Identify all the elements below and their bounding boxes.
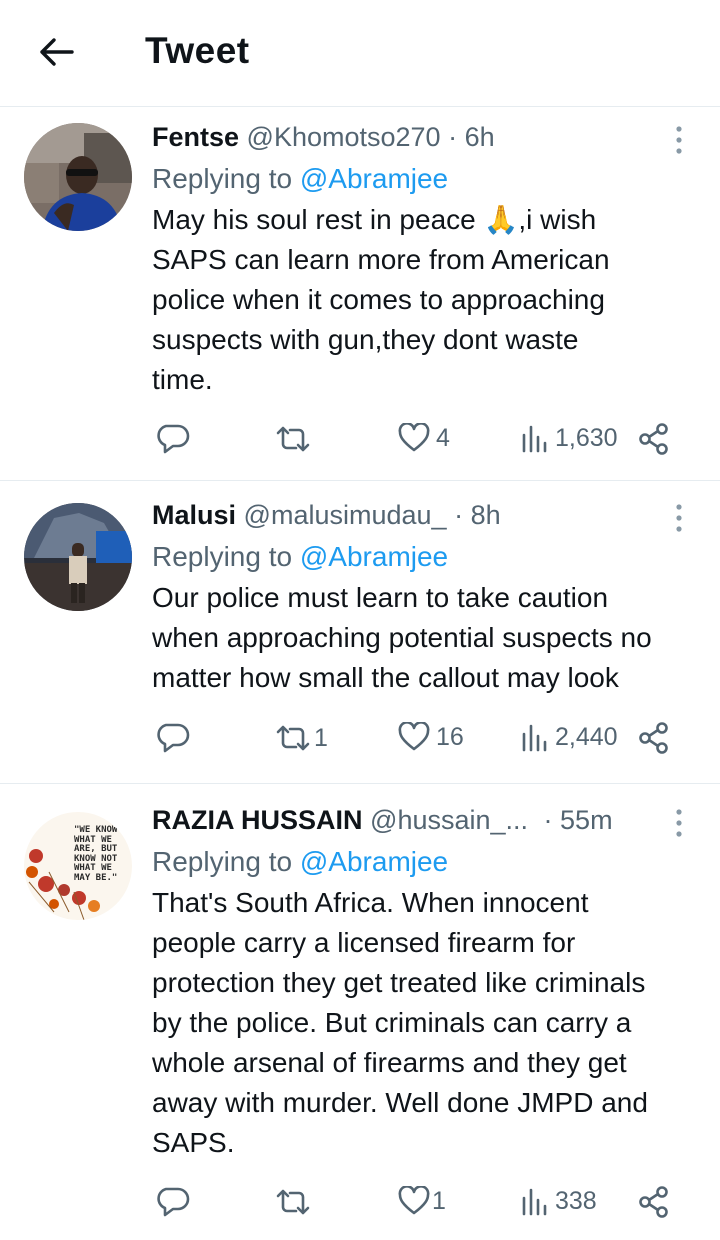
avatar[interactable]: "WE KNOW WHAT WE ARE, BUT KNOW NOT WHAT … — [24, 812, 132, 920]
replying-prefix: Replying to — [152, 846, 300, 877]
avatar[interactable] — [24, 503, 132, 611]
share-button[interactable] — [638, 1186, 670, 1218]
tweet-reply[interactable]: Fentse @Khomotso270 · 6h Replying to @Ab… — [0, 107, 720, 481]
more-options-icon[interactable] — [674, 125, 684, 155]
tweet-actions: 1 338 — [156, 1186, 672, 1222]
mention-link[interactable]: @Abramjee — [300, 163, 448, 194]
views-button[interactable]: 1,630 — [521, 423, 618, 453]
like-count: 4 — [436, 423, 450, 452]
like-button[interactable]: 1 — [398, 1186, 446, 1216]
replying-prefix: Replying to — [152, 163, 300, 194]
tweet-header: Fentse @Khomotso270 · 6h — [152, 121, 700, 153]
retweet-button[interactable]: 1 — [274, 722, 328, 754]
retweet-button[interactable] — [274, 423, 318, 455]
replying-prefix: Replying to — [152, 541, 300, 572]
share-button[interactable] — [638, 722, 670, 754]
tweet-actions: 4 1,630 — [156, 423, 672, 459]
tweet-text-line: by the police. But criminals can carry a — [152, 1007, 632, 1038]
back-button[interactable] — [36, 34, 76, 70]
views-icon — [522, 425, 547, 453]
mention-link[interactable]: @Abramjee — [300, 846, 448, 877]
heart-icon — [398, 423, 430, 452]
replying-to: Replying to @Abramjee — [152, 540, 700, 574]
user-handle[interactable]: @malusimudau_ — [244, 500, 447, 530]
like-button[interactable]: 4 — [398, 423, 450, 453]
view-count: 338 — [555, 1186, 597, 1215]
arrow-left-icon — [40, 38, 74, 66]
user-name[interactable]: RAZIA HUSSAIN — [152, 805, 363, 835]
views-button[interactable]: 2,440 — [521, 722, 618, 752]
user-handle[interactable]: @Khomotso270 — [247, 122, 441, 152]
tweet-text-line: whole arsenal of firearms and they get — [152, 1047, 627, 1078]
tweet-header: RAZIA HUSSAIN @hussain_... · 55m — [152, 804, 700, 836]
tweet-text: Our police must learn to take caution wh… — [152, 578, 700, 698]
share-icon — [639, 423, 668, 455]
timestamp[interactable]: · 6h — [448, 122, 495, 152]
tweet-text-line: SAPS can learn more from American — [152, 244, 610, 275]
reply-button[interactable] — [156, 1186, 196, 1218]
tweet-header: Malusi @malusimudau_ · 8h — [152, 499, 700, 531]
mention-link[interactable]: @Abramjee — [300, 541, 448, 572]
view-count: 1,630 — [555, 423, 618, 452]
top-bar: Tweet — [0, 0, 720, 107]
timestamp[interactable]: · 55m — [544, 805, 613, 835]
tweet-text-line: protection they get treated like crimina… — [152, 967, 646, 998]
tweet-reply[interactable]: "WE KNOW WHAT WE ARE, BUT KNOW NOT WHAT … — [0, 784, 720, 1240]
reply-button[interactable] — [156, 423, 196, 455]
page-title: Tweet — [145, 30, 250, 71]
more-options-icon[interactable] — [674, 808, 684, 838]
replying-to: Replying to @Abramjee — [152, 845, 700, 879]
user-name[interactable]: Fentse — [152, 122, 239, 152]
avatar[interactable] — [24, 123, 132, 231]
reply-icon — [157, 1187, 190, 1217]
reply-icon — [157, 723, 190, 753]
tweet-text-line: matter how small the callout may look — [152, 662, 619, 693]
tweet-text-line: That's South Africa. When innocent — [152, 887, 589, 918]
like-count: 1 — [432, 1186, 446, 1215]
like-count: 16 — [436, 722, 464, 751]
retweet-icon — [276, 426, 310, 452]
share-button[interactable] — [638, 423, 670, 455]
replying-to: Replying to @Abramjee — [152, 162, 700, 196]
more-options-icon[interactable] — [674, 503, 684, 533]
view-count: 2,440 — [555, 722, 618, 751]
reply-button[interactable] — [156, 722, 196, 754]
tweet-text: That's South Africa. When innocent peopl… — [152, 883, 700, 1163]
tweet-text-line: police when it comes to approaching — [152, 284, 605, 315]
tweet-text-line: Our police must learn to take caution — [152, 582, 609, 613]
tweet-text-line: SAPS. — [152, 1127, 235, 1158]
heart-icon — [398, 722, 430, 751]
views-button[interactable]: 338 — [521, 1186, 597, 1216]
tweet-text-line: people carry a licensed firearm for — [152, 927, 576, 958]
tweet-text: May his soul rest in peace 🙏,i wish SAPS… — [152, 200, 700, 400]
user-name[interactable]: Malusi — [152, 500, 236, 530]
views-icon — [522, 1188, 547, 1216]
share-icon — [639, 1186, 668, 1218]
retweet-icon — [276, 1189, 310, 1215]
retweet-count: 1 — [314, 723, 328, 752]
retweet-button[interactable] — [274, 1186, 318, 1218]
share-icon — [639, 722, 668, 754]
tweet-text-line: May his soul rest in peace 🙏,i wish — [152, 204, 597, 235]
tweet-reply[interactable]: Malusi @malusimudau_ · 8h Replying to @A… — [0, 481, 720, 784]
timestamp[interactable]: · 8h — [454, 500, 501, 530]
views-icon — [522, 724, 547, 752]
tweet-text-line: away with murder. Well done JMPD and — [152, 1087, 648, 1118]
retweet-icon — [276, 725, 310, 751]
tweet-text-line: time. — [152, 364, 213, 395]
like-button[interactable]: 16 — [398, 722, 464, 752]
heart-icon — [398, 1186, 430, 1215]
user-handle[interactable]: @hussain_... — [370, 805, 528, 835]
tweet-text-line: suspects with gun,they dont waste — [152, 324, 579, 355]
reply-icon — [157, 424, 190, 454]
tweet-actions: 1 16 2,440 — [156, 722, 672, 758]
tweet-text-line: when approaching potential suspects no — [152, 622, 652, 653]
